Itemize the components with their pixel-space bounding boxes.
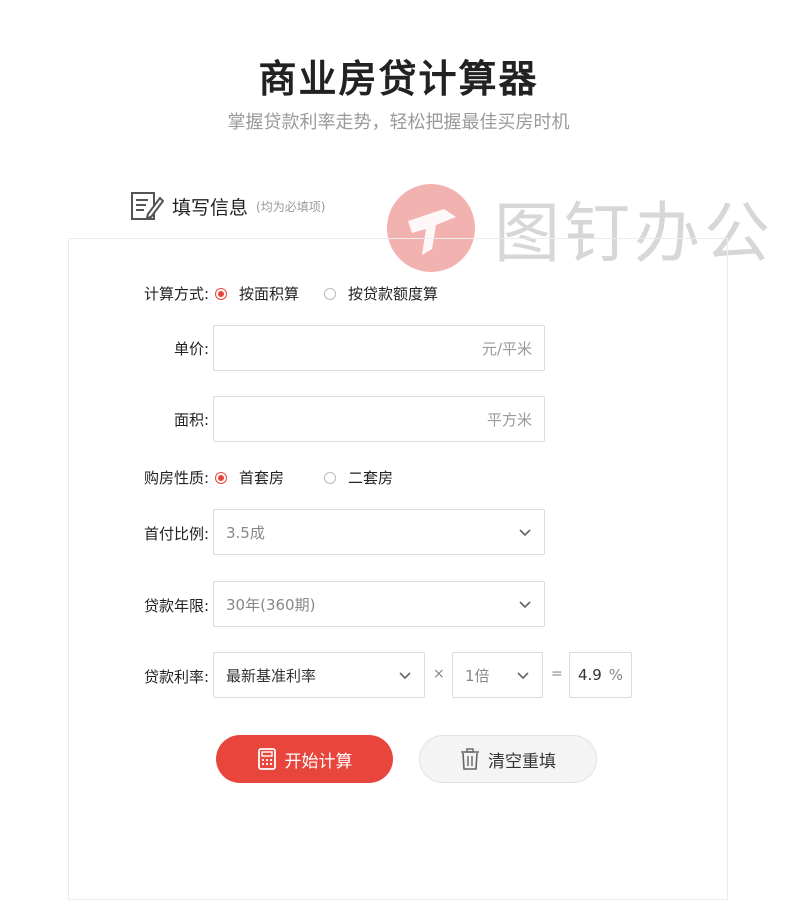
unit-price-field: 元/平米 — [213, 325, 545, 371]
unit-price-label: 单价: — [173, 340, 209, 358]
area-label: 面积: — [173, 411, 209, 429]
radio-dot-icon — [324, 287, 336, 300]
radio-second-home[interactable]: 二套房 — [324, 467, 393, 488]
rate-multiplier-value: 1倍 — [465, 666, 490, 685]
reset-button[interactable]: 清空重填 — [419, 735, 597, 783]
radio-dot-icon — [215, 287, 227, 300]
rate-result-unit: % — [608, 666, 623, 684]
radio-label: 首套房 — [239, 469, 285, 487]
section-header: 填写信息 (均为必填项) — [130, 190, 325, 222]
rate-result-value[interactable]: 4.9 — [578, 666, 602, 684]
area-unit: 平方米 — [486, 410, 532, 429]
chevron-down-icon — [517, 672, 529, 680]
calculate-button[interactable]: 开始计算 — [216, 735, 393, 783]
loan-term-value: 30年(360期) — [226, 595, 316, 614]
edit-form-icon — [131, 192, 164, 220]
down-payment-value: 3.5成 — [226, 523, 265, 542]
equals-symbol: = — [551, 666, 563, 682]
page-subtitle: 掌握贷款利率走势，轻松把握最佳买房时机 — [227, 112, 570, 133]
section-title: 填写信息 — [172, 196, 249, 219]
calculator-icon — [257, 748, 276, 770]
form-panel: 计算方式: 按面积算 按贷款额度算 单价: 元/平米 面积: 平方米 购房性质:… — [68, 238, 728, 900]
radio-first-home[interactable]: 首套房 — [215, 467, 284, 488]
radio-label: 按贷款额度算 — [348, 285, 439, 303]
times-symbol: × — [433, 666, 445, 682]
calculate-label: 开始计算 — [284, 751, 353, 772]
radio-dot-icon — [324, 471, 336, 484]
area-input[interactable] — [214, 397, 487, 441]
radio-label: 按面积算 — [239, 285, 300, 303]
loan-term-select[interactable]: 30年(360期) — [213, 581, 545, 627]
area-field: 平方米 — [213, 396, 545, 442]
rate-multiplier-select[interactable]: 1倍 — [452, 652, 543, 698]
radio-by-loan-amount[interactable]: 按贷款额度算 — [324, 283, 438, 304]
down-payment-label: 首付比例: — [143, 525, 209, 543]
property-type-label: 购房性质: — [143, 469, 209, 487]
rate-label: 贷款利率: — [143, 668, 209, 686]
base-rate-select[interactable]: 最新基准利率 — [213, 652, 425, 698]
chevron-down-icon — [519, 601, 531, 609]
base-rate-value: 最新基准利率 — [226, 666, 317, 685]
radio-label: 二套房 — [348, 469, 394, 487]
calc-method-label: 计算方式: — [143, 285, 209, 303]
rate-result-field: 4.9 % — [569, 652, 632, 698]
down-payment-select[interactable]: 3.5成 — [213, 509, 545, 555]
page-title: 商业房贷计算器 — [258, 57, 539, 101]
radio-by-area[interactable]: 按面积算 — [215, 283, 299, 304]
radio-dot-icon — [215, 471, 227, 484]
section-hint: (均为必填项) — [256, 199, 326, 214]
reset-label: 清空重填 — [488, 751, 556, 772]
chevron-down-icon — [519, 529, 531, 537]
loan-term-label: 贷款年限: — [143, 597, 209, 615]
unit-price-input[interactable] — [214, 326, 482, 370]
chevron-down-icon — [399, 672, 411, 680]
trash-icon — [461, 748, 479, 770]
unit-price-unit: 元/平米 — [481, 339, 532, 358]
